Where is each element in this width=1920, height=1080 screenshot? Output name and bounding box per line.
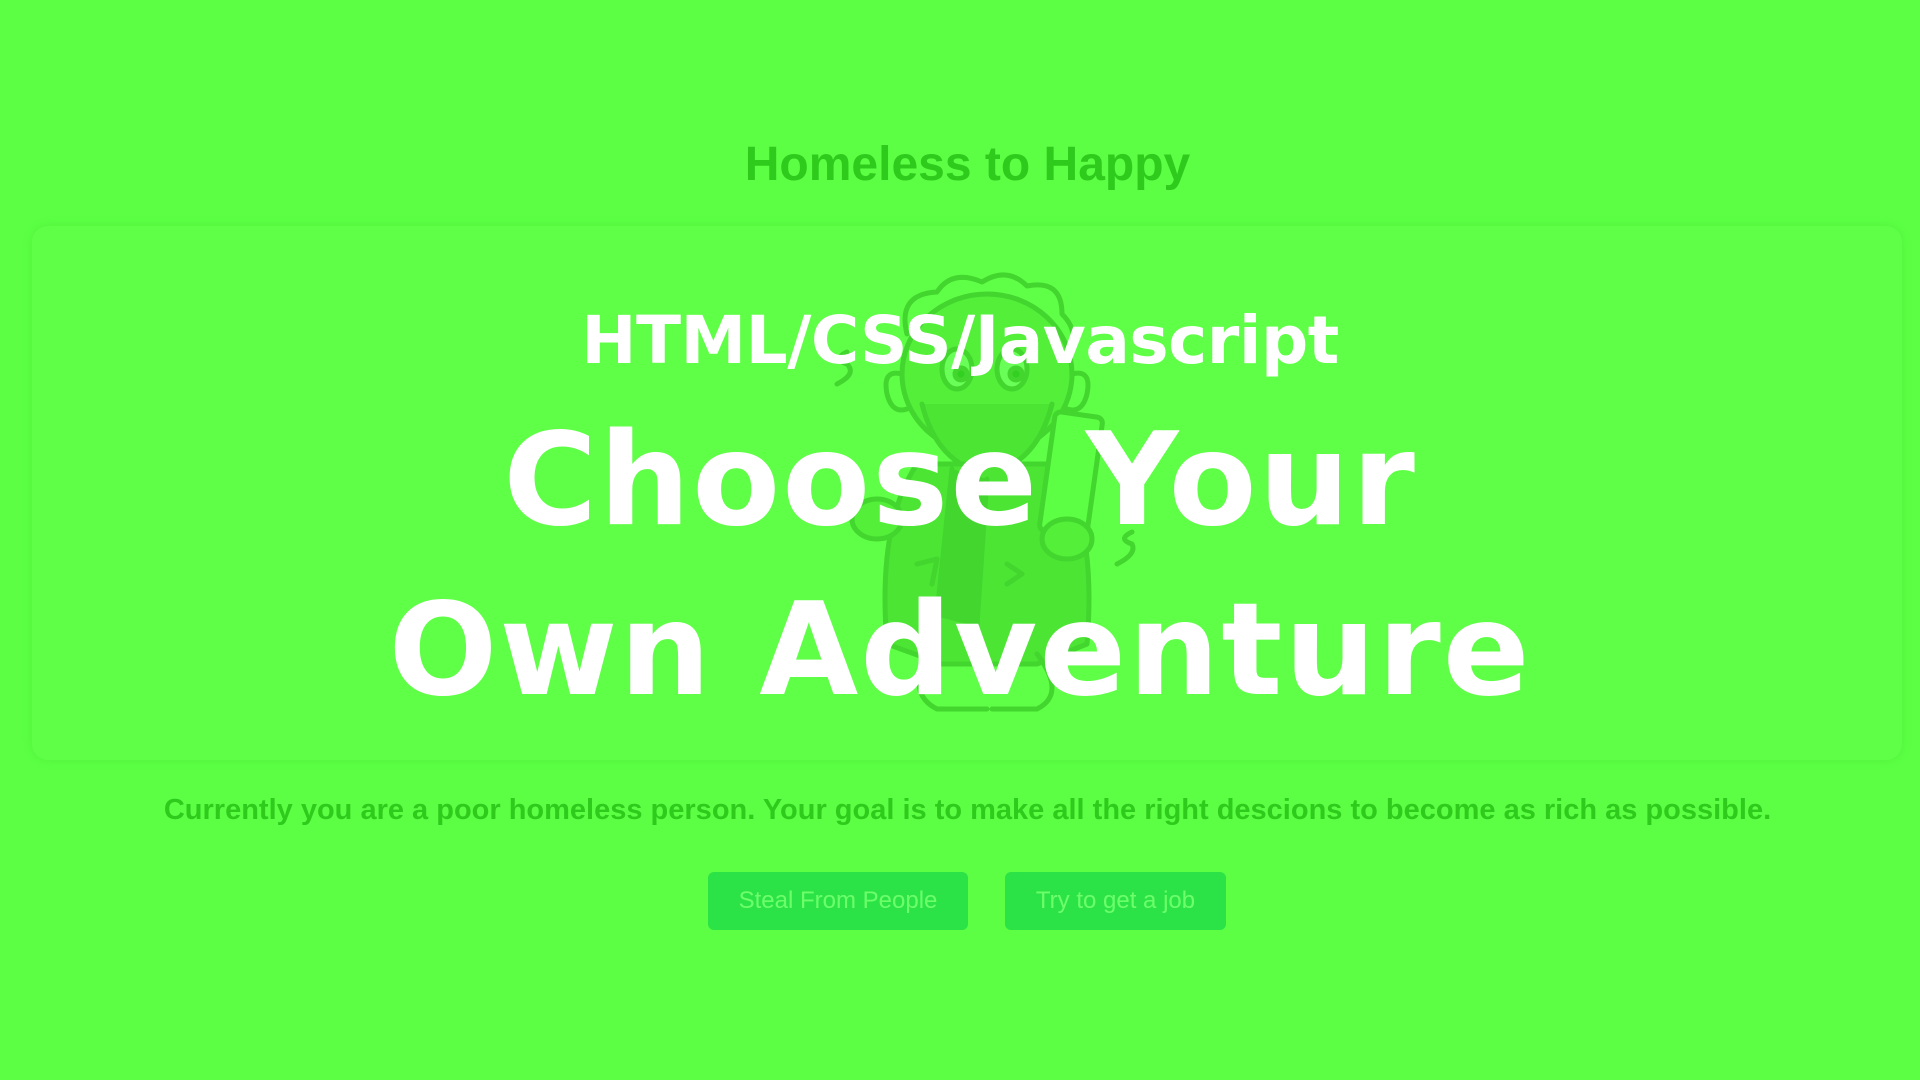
- page: Homeless to Happy HTML/CSS/Javascript Ch…: [0, 0, 1920, 1080]
- get-a-job-button[interactable]: Try to get a job: [1005, 872, 1226, 930]
- hero-heading: Choose Your Own Adventure: [0, 396, 1920, 736]
- hero-heading-line1: Choose Your: [503, 406, 1417, 555]
- hero-subtitle: HTML/CSS/Javascript: [581, 302, 1339, 379]
- hero-heading-line2: Own Adventure: [388, 576, 1532, 725]
- page-title: Homeless to Happy: [744, 138, 1191, 191]
- story-text: Currently you are a poor homeless person…: [163, 794, 1772, 826]
- steal-from-people-button[interactable]: Steal From People: [708, 872, 968, 930]
